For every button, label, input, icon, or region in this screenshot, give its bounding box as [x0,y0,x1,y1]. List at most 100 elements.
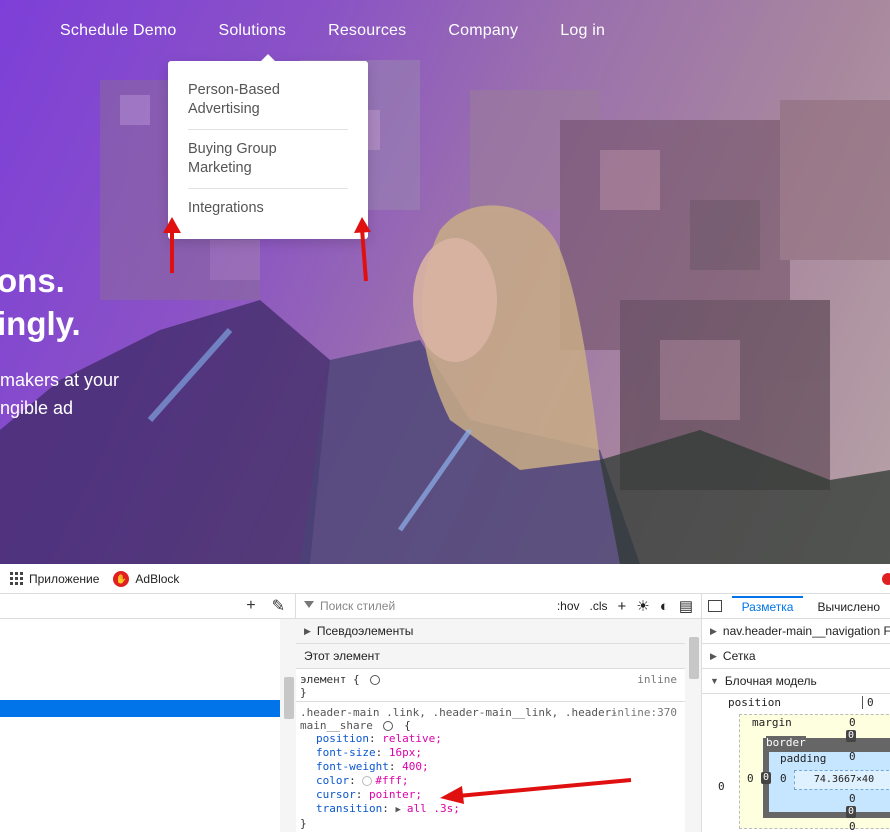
adblock-hand-icon: ✋ [113,570,130,587]
padding-top-value[interactable]: 0 [849,750,856,763]
solutions-dropdown: Person-Based Advertising Buying Group Ma… [168,54,368,239]
rule-source-link[interactable]: inline:370 [611,706,677,719]
expand-twisty-icon: ▶ [710,625,717,636]
bookmark-apps-label: Приложение [29,571,100,586]
eyedropper-icon[interactable]: ✎ [272,596,285,616]
element-rule-source[interactable]: inline [637,673,677,686]
decl-prop: transition [316,802,383,815]
left-margin-value[interactable]: 0 [747,772,754,785]
pseudo-elements-row[interactable]: ▶ Псевдоэлементы [296,619,701,644]
declaration-color[interactable]: color: #fff; [300,774,693,788]
decl-val: all .3s; [406,802,460,815]
margin-bottom-value[interactable]: 0 [849,820,856,832]
layout-panel: Разметка Вычислено ▶ nav.header-main__na… [702,594,890,832]
pseudo-elements-label: Псевдоэлементы [316,624,414,638]
bookmark-apps[interactable]: Приложение [10,572,99,586]
decl-val: 400; [402,760,429,773]
selected-dom-node[interactable] [0,700,280,717]
rule-open-brace: { [404,719,411,732]
header-navigation: Schedule Demo Solutions Resources Compan… [60,22,605,40]
decl-val: #fff; [375,774,409,787]
print-media-icon[interactable]: ▤ [679,597,693,615]
bookmarks-bar: Приложение ✋ AdBlock [0,564,890,594]
nav-resources[interactable]: Resources [328,22,406,40]
element-rule-selector: элемент { [300,673,360,686]
dom-scrollbar-thumb[interactable] [284,677,294,719]
dark-theme-icon[interactable]: ◐ [660,598,669,615]
grid-row[interactable]: ▶ Сетка [702,644,890,669]
border-bottom-value[interactable]: 0 [846,806,857,818]
filter-icon [304,601,314,611]
left-outer-value: 0 [718,780,725,793]
padding-label: padding [780,752,827,765]
hero-subtext-line2: ngible ad [0,398,74,418]
bookmark-adblock[interactable]: ✋ AdBlock [113,570,180,587]
element-rule-close: } [300,686,307,699]
declaration-font-size[interactable]: font-size: 16px; [300,746,693,760]
left-border-value[interactable]: 0 [761,772,772,784]
dom-toolbar: + ✎ [0,594,295,619]
hero-heading-line1: ons. [0,262,65,299]
content-size[interactable]: 74.3667×40 [794,770,890,790]
light-theme-icon[interactable]: ☀ [636,597,649,615]
border-label: border [766,736,806,749]
margin-top-value[interactable]: 0 [849,716,856,729]
box-model-row[interactable]: ▼ Блочная модель [702,669,890,694]
tab-layout[interactable]: Разметка [731,596,804,618]
cls-toggle[interactable]: .cls [590,599,608,613]
this-element-header: Этот элемент [296,644,701,669]
dropdown-item-person-based-advertising[interactable]: Person-Based Advertising [188,81,348,130]
flex-item-row[interactable]: ▶ nav.header-main__navigation Fl [702,619,890,644]
bookmark-adblock-label: AdBlock [135,571,180,586]
rules-toolbar: Поиск стилей :hov .cls + ☀ ◐ ▤ [296,594,701,619]
add-node-icon[interactable]: + [246,597,255,615]
expand-twisty-icon: ▶ [304,625,311,636]
nav-login[interactable]: Log in [560,22,605,40]
sidebar-toggle-icon[interactable] [708,600,722,612]
declaration-font-weight[interactable]: font-weight: 400; [300,760,693,774]
filter-styles-input[interactable]: Поиск стилей [320,599,551,613]
grid-label: Сетка [722,649,756,663]
declaration-cursor[interactable]: cursor: pointer; [300,788,693,802]
rule-close-brace: } [300,817,307,830]
expand-twisty-icon[interactable]: ▶ [395,805,400,815]
rule-selector-line2[interactable]: main__share [300,719,373,732]
hero-photo [0,60,890,564]
hov-toggle[interactable]: :hov [557,599,580,613]
tab-computed[interactable]: Вычислено [807,600,890,618]
nav-solutions[interactable]: Solutions [218,22,286,40]
color-swatch-icon[interactable] [362,776,373,786]
nav-company[interactable]: Company [448,22,518,40]
rules-panel: Поиск стилей :hov .cls + ☀ ◐ ▤ ▶ Псевдоэ… [296,594,702,832]
expand-twisty-icon: ▶ [710,650,717,661]
dropdown-item-buying-group-marketing[interactable]: Buying Group Marketing [188,140,348,189]
box-model-label: Блочная модель [724,674,817,688]
browser-devtools: Приложение ✋ AdBlock + ✎ Поиск стилей :h… [0,564,890,832]
position-label: position [728,696,781,709]
margin-label: margin [752,716,792,729]
padding-bottom-value[interactable]: 0 [849,792,856,805]
decl-prop: font-size [316,746,376,759]
dom-tree-panel: + ✎ [0,594,296,832]
rule-gear-icon-2[interactable] [383,721,394,731]
hero-section: Schedule Demo Solutions Resources Compan… [0,0,890,564]
decl-val: 16px; [388,746,422,759]
decl-val: relative; [382,732,442,745]
left-padding-value[interactable]: 0 [780,772,787,785]
position-value[interactable]: 0 [862,696,874,709]
declaration-position[interactable]: position: relative; [300,732,693,746]
collapse-twisty-icon: ▼ [710,676,719,686]
header-link-rule: .header-main .link, .header-main__link, … [296,702,701,832]
hero-subtext-line1: makers at your [0,370,120,390]
extension-badge-icon[interactable] [882,573,890,585]
dropdown-item-integrations[interactable]: Integrations [188,199,348,228]
decl-prop: color [316,774,350,787]
rule-gear-icon[interactable] [370,675,381,685]
this-element-label: Этот элемент [304,649,380,663]
dom-scrollbar[interactable] [280,619,296,832]
add-rule-icon[interactable]: + [618,598,627,615]
nav-schedule-demo[interactable]: Schedule Demo [60,22,176,40]
border-top-value[interactable]: 0 [846,730,857,742]
rules-scrollbar-thumb[interactable] [689,637,699,679]
declaration-transition[interactable]: transition: ▶ all .3s; [300,802,693,817]
